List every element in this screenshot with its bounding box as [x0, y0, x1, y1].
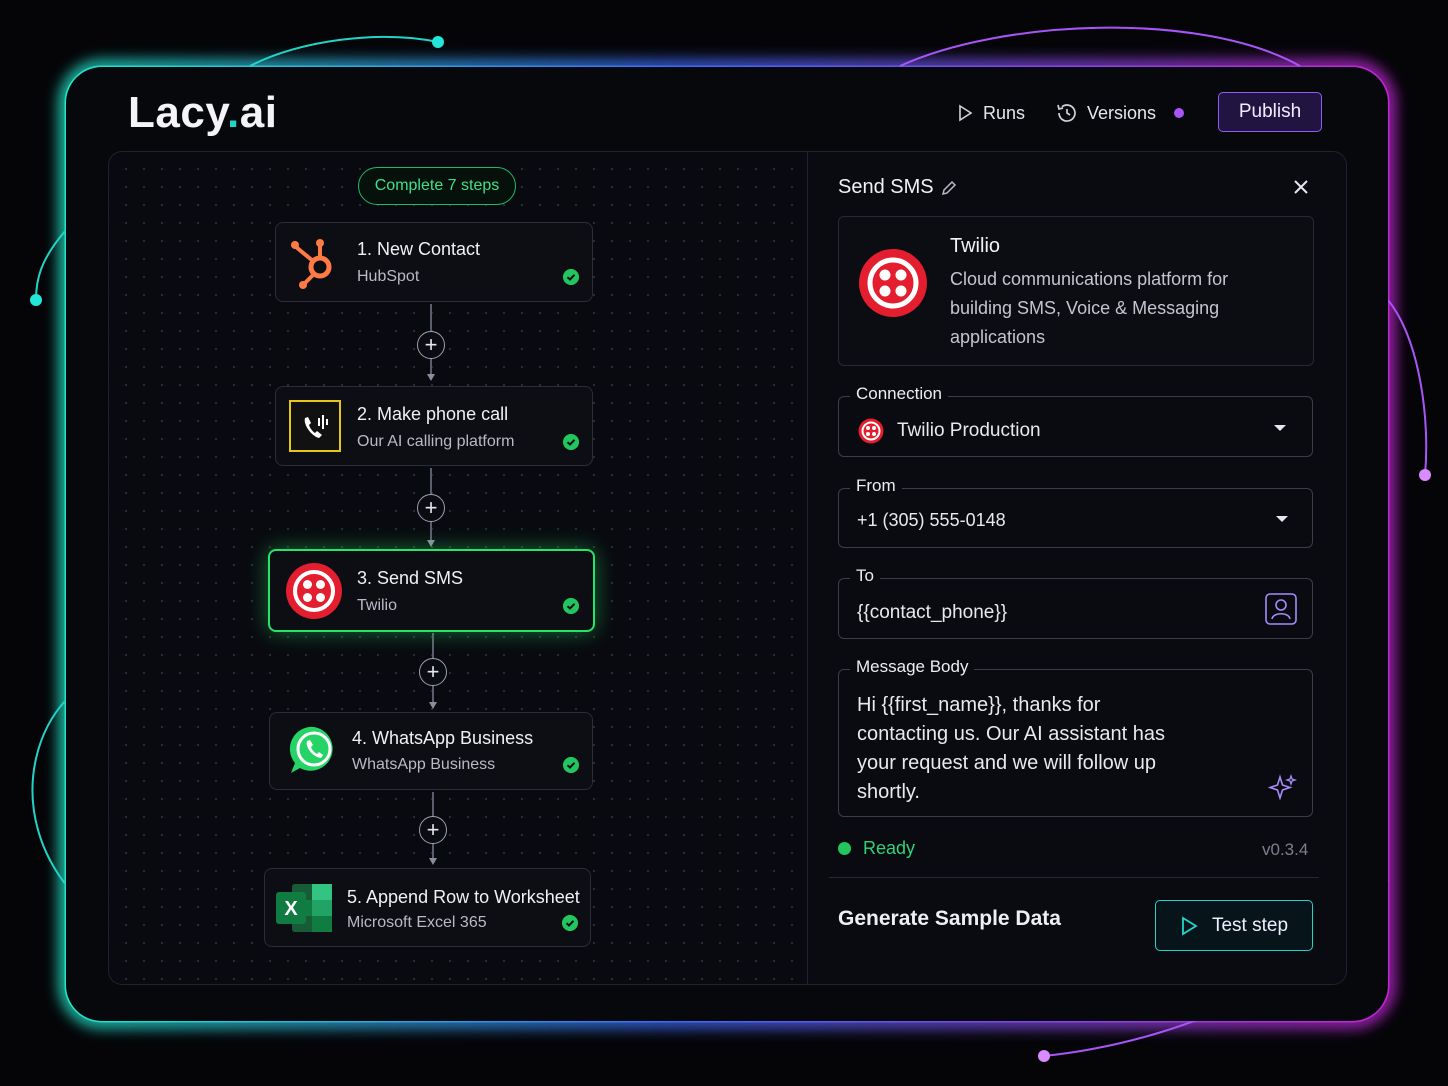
step-subtitle: HubSpot — [357, 268, 420, 285]
runs-button[interactable]: Runs — [955, 92, 1025, 134]
step-subtitle: Our AI calling platform — [357, 433, 515, 450]
edit-pencil-icon[interactable] — [940, 179, 958, 197]
twilio-icon — [286, 563, 342, 619]
step-title: 3. Send SMS — [357, 568, 464, 588]
connection-value: Twilio Production — [897, 420, 1041, 441]
close-icon[interactable] — [1290, 176, 1312, 198]
test-step-label: Test step — [1211, 914, 1289, 936]
connector-arrow — [429, 858, 437, 865]
version-label: v0.3.4 — [1262, 840, 1309, 859]
twilio-logo-icon — [859, 249, 927, 317]
add-step-button[interactable]: + — [417, 494, 445, 522]
logo-suffix: ai — [239, 88, 278, 137]
workflow-step-4[interactable]: 4. WhatsApp Business WhatsApp Business — [269, 712, 593, 790]
panel-title-text: Send SMS — [838, 176, 934, 198]
logo-dot: . — [227, 88, 240, 137]
app-description: Cloud communications platform for buildi… — [950, 269, 1229, 347]
test-step-button[interactable]: Test step — [1155, 900, 1313, 951]
check-icon — [562, 915, 578, 931]
svg-text:X: X — [284, 898, 298, 920]
step-subtitle: WhatsApp Business — [352, 756, 496, 773]
versions-button[interactable]: Versions — [1055, 92, 1185, 134]
check-icon — [563, 269, 579, 285]
check-icon — [563, 598, 579, 614]
step-title: 1. New Contact — [357, 239, 481, 259]
step-title: 4. WhatsApp Business — [352, 728, 534, 748]
add-step-button[interactable]: + — [419, 658, 447, 686]
versions-indicator-dot — [1174, 108, 1185, 118]
step-subtitle: Twilio — [357, 597, 398, 614]
workflow-step-1[interactable]: 1. New Contact HubSpot — [275, 222, 593, 302]
twilio-small-icon — [858, 418, 884, 444]
add-step-button[interactable]: + — [417, 331, 445, 359]
message-body-label: Message Body — [850, 657, 975, 677]
step-subtitle: Microsoft Excel 365 — [347, 914, 487, 931]
from-value: +1 (305) 555-0148 — [857, 510, 1006, 530]
connector-arrow — [427, 374, 435, 381]
add-step-button[interactable]: + — [419, 816, 447, 844]
logo-text: Lacy — [128, 88, 228, 137]
workflow-step-2[interactable]: 2. Make phone call Our AI calling platfo… — [275, 386, 593, 466]
contact-picker-icon[interactable] — [1265, 593, 1297, 625]
workflow-step-5[interactable]: X 5. Append Row to Worksheet Microsoft E… — [264, 868, 591, 947]
play-icon — [1182, 915, 1198, 936]
to-label: To — [850, 566, 880, 586]
publish-button[interactable]: Publish — [1218, 92, 1322, 132]
versions-label: Versions — [1087, 102, 1157, 123]
generate-sample-data-label: Generate Sample Data — [838, 907, 1061, 930]
logo: Lacy.ai — [128, 88, 277, 138]
history-icon — [1057, 104, 1076, 122]
workflow-step-3[interactable]: 3. Send SMS Twilio — [268, 549, 595, 632]
from-label: From — [850, 476, 902, 496]
status-dot — [838, 842, 851, 855]
connector-arrow — [427, 540, 435, 547]
divider — [829, 877, 1319, 878]
message-body-text[interactable]: Hi {{first_name}}, thanks for contacting… — [857, 691, 1197, 807]
whatsapp-icon — [289, 726, 333, 773]
to-value: {{contact_phone}} — [857, 602, 1008, 623]
check-icon — [563, 434, 579, 450]
connector-arrow — [429, 702, 437, 709]
app-name: Twilio — [950, 235, 1001, 257]
check-icon — [563, 757, 579, 773]
step-title: 5. Append Row to Worksheet — [347, 887, 580, 907]
status-text: Ready — [863, 838, 916, 858]
progress-badge: Complete 7 steps — [358, 167, 516, 205]
status-indicator: Ready — [838, 838, 915, 859]
play-icon — [959, 104, 973, 122]
runs-label: Runs — [983, 102, 1026, 123]
hubspot-icon — [291, 239, 332, 289]
phone-call-icon — [289, 400, 341, 452]
sparkle-ai-icon[interactable] — [1268, 773, 1298, 803]
chevron-down-icon[interactable] — [1274, 425, 1286, 431]
step-title: 2. Make phone call — [357, 404, 509, 424]
chevron-down-icon[interactable] — [1276, 516, 1288, 522]
panel-title: Send SMS — [838, 176, 958, 199]
connection-label: Connection — [850, 384, 949, 404]
excel-icon: X — [276, 884, 332, 932]
